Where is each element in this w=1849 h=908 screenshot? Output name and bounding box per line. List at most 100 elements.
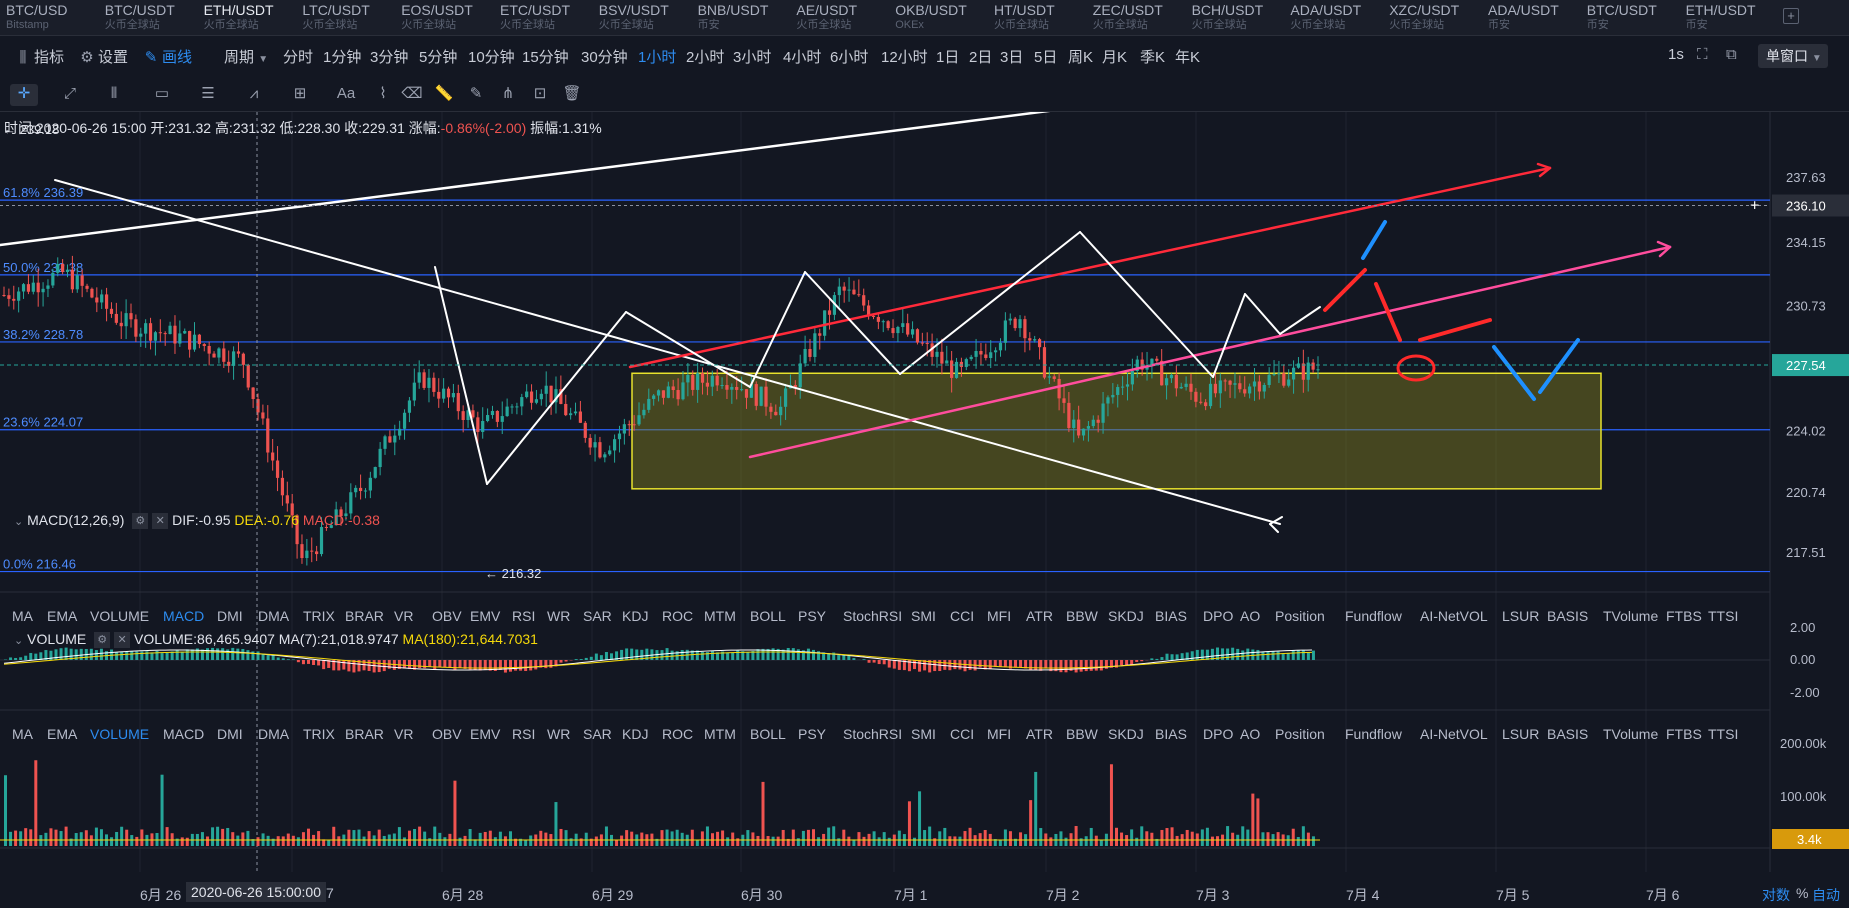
period-option[interactable]: 2小时 — [686, 46, 724, 67]
crosshair-icon[interactable]: ✛ — [10, 84, 38, 106]
indicator-tab[interactable]: TRIX — [303, 726, 335, 742]
indicator-tab[interactable]: MACD — [163, 726, 204, 742]
symbol-tab[interactable]: ETH/USDT 币安 — [1680, 2, 1778, 34]
lock-icon[interactable]: ⊡ — [526, 84, 554, 106]
single-window-button[interactable]: 单窗口 ▼ — [1758, 44, 1828, 68]
period-option[interactable]: 1小时 — [638, 46, 676, 67]
indicator-tab[interactable]: VOLUME — [90, 608, 149, 624]
indicator-tab[interactable]: DMI — [217, 608, 243, 624]
period-option[interactable]: 15分钟 — [522, 46, 569, 67]
indicator-tab[interactable]: TRIX — [303, 608, 335, 624]
indicator-tab[interactable]: BBW — [1066, 608, 1098, 624]
close-icon[interactable]: ✕ — [114, 632, 131, 649]
symbol-tab[interactable]: XZC/USDT 火币全球站 — [1383, 2, 1481, 34]
indicator-tab[interactable]: LSUR — [1502, 608, 1539, 624]
indicator-tab[interactable]: SAR — [583, 608, 612, 624]
indicator-tab[interactable]: RSI — [512, 726, 535, 742]
indicator-tab[interactable]: ROC — [662, 608, 693, 624]
indicator-tab[interactable]: ATR — [1026, 608, 1053, 624]
symbol-tab[interactable]: HT/USDT 火币全球站 — [988, 2, 1086, 34]
indicator-tab[interactable]: RSI — [512, 608, 535, 624]
indicator-tab[interactable]: Position — [1275, 608, 1325, 624]
symbol-tab[interactable]: ZEC/USDT 火币全球站 — [1087, 2, 1185, 34]
symbol-tab[interactable]: ADA/USDT 火币全球站 — [1284, 2, 1382, 34]
indicator-tab[interactable]: KDJ — [622, 726, 648, 742]
indicator-tab[interactable]: MTM — [704, 726, 736, 742]
indicator-tab[interactable]: AI-NetVOL — [1420, 726, 1488, 742]
indicator-tab[interactable]: FTBS — [1666, 608, 1702, 624]
indicator-tab[interactable]: DMI — [217, 726, 243, 742]
period-option[interactable]: 季K — [1140, 46, 1165, 67]
indicator-tab[interactable]: SMI — [911, 726, 936, 742]
auto-scale-toggle[interactable]: 自动 — [1812, 885, 1840, 905]
indicator-tab[interactable]: MFI — [987, 608, 1011, 624]
symbol-tab[interactable]: LTC/USDT 火币全球站 — [296, 2, 394, 34]
period-option[interactable]: 12小时 — [881, 46, 928, 67]
indicator-tab[interactable]: AI-NetVOL — [1420, 608, 1488, 624]
period-option[interactable]: 6小时 — [830, 46, 868, 67]
period-option[interactable]: 3分钟 — [370, 46, 408, 67]
chart-area[interactable]: 61.8% 236.39 50.0% 232.38 38.2% 228.78 23.6… — [0, 112, 1849, 908]
indicator-tab[interactable]: TVolume — [1603, 726, 1658, 742]
symbol-tab[interactable]: EOS/USDT 火币全球站 — [395, 2, 493, 34]
indicator-tab[interactable]: BRAR — [345, 726, 384, 742]
text-icon[interactable]: Aa — [332, 84, 360, 106]
percent-scale-toggle[interactable]: % — [1796, 885, 1808, 901]
indicator-tab[interactable]: ROC — [662, 726, 693, 742]
ruler-icon[interactable]: 📏 — [430, 84, 458, 106]
indicator-tab[interactable]: SAR — [583, 726, 612, 742]
symbol-tab[interactable]: BTC/USD Bitstamp — [0, 2, 98, 34]
trash-icon[interactable]: 🗑 — [558, 84, 586, 106]
symbol-tab[interactable]: ADA/USDT 币安 — [1482, 2, 1580, 34]
indicator-tab[interactable]: OBV — [432, 608, 462, 624]
indicator-tab[interactable]: BOLL — [750, 726, 786, 742]
indicator-tab[interactable]: WR — [547, 608, 570, 624]
symbol-tab[interactable]: BNB/USDT 币安 — [692, 2, 790, 34]
period-option[interactable]: 4小时 — [783, 46, 821, 67]
indicator-tab[interactable]: BIAS — [1155, 608, 1187, 624]
period-option[interactable]: 月K — [1102, 46, 1127, 67]
indicator-tab[interactable]: MA — [12, 608, 33, 624]
indicator-tab[interactable]: EMA — [47, 608, 77, 624]
indicators-button[interactable]: ⫼ 指标 — [14, 46, 64, 67]
indicator-tab[interactable]: LSUR — [1502, 726, 1539, 742]
indicator-tab[interactable]: Position — [1275, 726, 1325, 742]
indicator-tab[interactable]: ATR — [1026, 726, 1053, 742]
indicator-tab[interactable]: MFI — [987, 726, 1011, 742]
pattern-icon[interactable]: ⩘ — [240, 84, 268, 106]
symbol-tab[interactable]: BSV/USDT 火币全球站 — [593, 2, 691, 34]
indicator-tab[interactable]: BBW — [1066, 726, 1098, 742]
indicator-tab[interactable]: SKDJ — [1108, 608, 1144, 624]
indicator-tab[interactable]: EMA — [47, 726, 77, 742]
indicator-tab[interactable]: SMI — [911, 608, 936, 624]
indicator-tab[interactable]: TVolume — [1603, 608, 1658, 624]
indicator-tab[interactable]: CCI — [950, 608, 974, 624]
pencil-icon[interactable]: ✎ — [462, 84, 490, 106]
indicator-tab[interactable]: BIAS — [1155, 726, 1187, 742]
period-option[interactable]: 分时 — [283, 46, 313, 67]
symbol-tab[interactable]: ETC/USDT 火币全球站 — [494, 2, 592, 34]
add-tab-button[interactable]: + — [1783, 8, 1799, 24]
gear-icon[interactable]: ⚙ — [132, 513, 149, 530]
period-option[interactable]: 2日 — [969, 46, 992, 67]
indicator-tab[interactable]: EMV — [470, 608, 500, 624]
indicator-tab[interactable]: OBV — [432, 726, 462, 742]
period-option[interactable]: 10分钟 — [468, 46, 515, 67]
indicator-tab[interactable]: VOLUME — [90, 726, 149, 742]
fullscreen-icon[interactable]: ⛶ — [1697, 46, 1708, 63]
indicator-tab[interactable]: WR — [547, 726, 570, 742]
chart-canvas[interactable]: 61.8% 236.3950.0% 232.3838.2% 228.7823.6… — [0, 112, 1849, 908]
eraser-icon[interactable]: ⌫ — [398, 84, 426, 106]
indicator-tab[interactable]: MTM — [704, 608, 736, 624]
indicator-tab[interactable]: DMA — [258, 726, 289, 742]
indicator-tab[interactable]: BRAR — [345, 608, 384, 624]
trend-line-icon[interactable]: ⤢ — [56, 84, 84, 106]
period-option[interactable]: 30分钟 — [581, 46, 628, 67]
indicator-tab[interactable]: DMA — [258, 608, 289, 624]
indicator-tab[interactable]: SKDJ — [1108, 726, 1144, 742]
indicator-tab[interactable]: AO — [1240, 726, 1260, 742]
log-scale-toggle[interactable]: 对数 — [1762, 885, 1790, 905]
symbol-tab[interactable]: BTC/USDT 火币全球站 — [99, 2, 197, 34]
parallel-lines-icon[interactable]: ⫴ — [100, 84, 128, 106]
symbol-tab[interactable]: BTC/USDT 币安 — [1581, 2, 1679, 34]
